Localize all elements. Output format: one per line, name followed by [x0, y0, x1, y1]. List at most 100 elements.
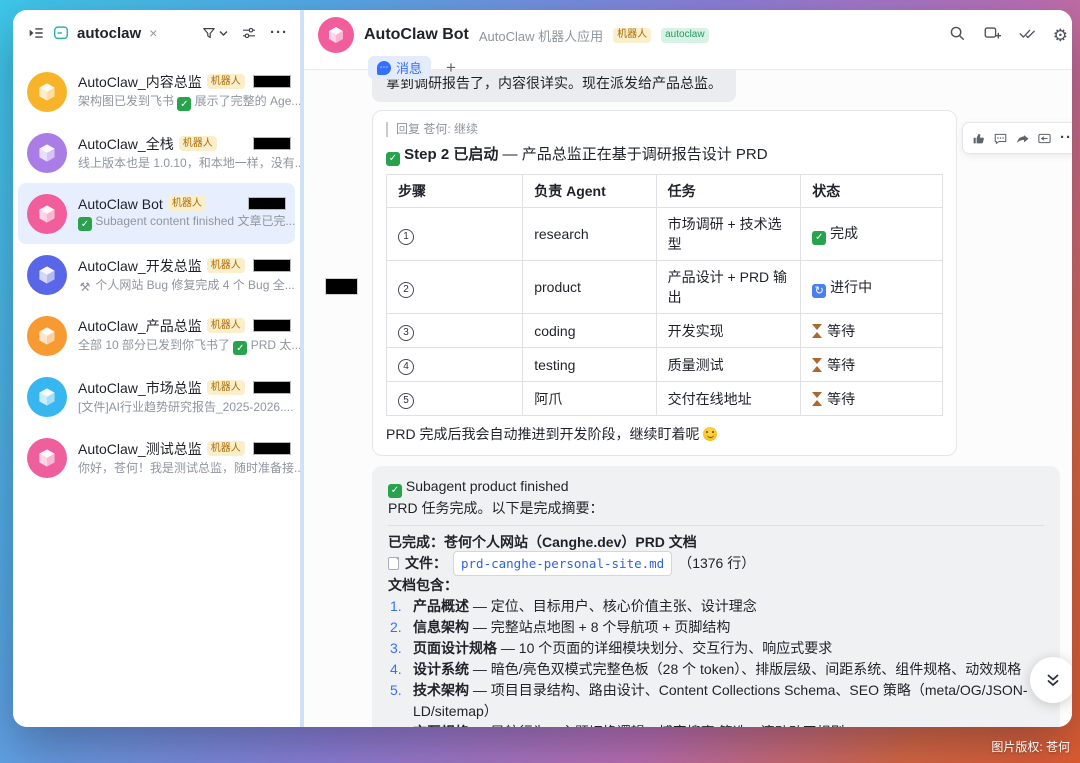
status-cell: 完成	[801, 208, 943, 261]
chat-list-item-dev-director[interactable]: AutoClaw_开发总监机器人 个人网站 Bug 修复完成 4 个 Bug 全…	[13, 244, 300, 305]
quote-reply-button[interactable]	[1033, 127, 1055, 149]
agent-cell: product	[523, 261, 656, 314]
chat-list-item-market-director[interactable]: AutoClaw_市场总监机器人 [文件]AI行业趋势研究报告_2025-202…	[13, 366, 300, 427]
list-item: 4.设计系统 — 暗色/亮色双模式完整色板（28 个 token）、排版层级、间…	[388, 659, 1044, 680]
message-list[interactable]: 拿到调研报告了，内容很详实。现在派发给产品总监。 回复 苍何: 继续 Step …	[304, 70, 1072, 727]
sidebar: autoclaw × ··· AutoClaw_内容总监机器人	[13, 10, 300, 727]
chat-list-item-product-director[interactable]: AutoClaw_产品总监机器人 全部 10 部分已发到你飞书了 PRD 太..…	[13, 305, 300, 366]
chat-title: AutoClaw Bot	[364, 26, 469, 44]
reply-quote[interactable]: 回复 苍何: 继续	[386, 122, 943, 137]
chat-list: AutoClaw_内容总监机器人 架构图已发到飞书 展示了完整的 Age... …	[13, 56, 300, 488]
task-cell: 产品设计 + PRD 输出	[656, 261, 801, 314]
chat-tabs: 消息 +	[368, 56, 1064, 79]
task-cell: 交付在线地址	[656, 382, 801, 416]
status-cell: 等待	[801, 382, 943, 416]
redacted-sender	[325, 278, 358, 295]
search-icon[interactable]	[948, 24, 966, 47]
summary-intro: PRD 任务完成。以下是完成摘要：	[388, 498, 1044, 519]
task-cell: 市场调研 + 技术选型	[656, 208, 801, 261]
chat-name: AutoClaw_测试总监	[78, 439, 202, 459]
gear-icon[interactable]: ⚙	[1053, 27, 1068, 44]
smile-emoji-icon	[703, 427, 717, 441]
table-row: 4 testing 质量测试 等待	[387, 348, 943, 382]
col-header-task: 任务	[656, 175, 801, 208]
open-in-window-icon[interactable]	[983, 24, 1001, 47]
bot-tag: 机器人	[207, 318, 245, 333]
check-icon	[78, 217, 92, 228]
cube-avatar	[27, 316, 67, 356]
chat-preview: 你好，苍何！我是测试总监，随时准备接...	[78, 461, 304, 475]
list-item: 6.交互规格 — 导航行为、主题切换逻辑、博客搜索/筛选、滚动动画规则	[388, 722, 1044, 728]
tab-messages[interactable]: 消息	[368, 56, 431, 79]
status-cell: 等待	[801, 314, 943, 348]
chat-preview: 个人网站 Bug 修复完成 4 个 Bug 全...	[78, 278, 295, 292]
chat-panel: AutoClaw Bot AutoClaw 机器人应用 机器人 autoclaw…	[304, 10, 1072, 727]
redacted-timestamp	[253, 259, 291, 272]
file-meta: （1376 行）	[678, 553, 755, 574]
step-number: 2	[398, 282, 414, 298]
task-cell: 开发实现	[656, 314, 801, 348]
filter-button[interactable]	[201, 25, 228, 41]
agent-cell: coding	[523, 314, 656, 348]
chat-header-actions: ⚙	[948, 24, 1068, 47]
chat-preview: [文件]AI行业趋势研究报告_2025-2026....	[78, 400, 293, 414]
clear-filter-button[interactable]: ×	[149, 25, 157, 41]
comment-button[interactable]	[989, 127, 1011, 149]
sidebar-header: autoclaw × ···	[13, 10, 300, 56]
step-number: 4	[398, 359, 414, 375]
chat-list-item-test-director[interactable]: AutoClaw_测试总监机器人 你好，苍何！我是测试总监，随时准备接...	[13, 427, 300, 488]
cube-avatar	[27, 194, 67, 234]
bot-tag: 机器人	[613, 28, 651, 43]
bot-tag: 机器人	[207, 74, 245, 89]
chat-header: AutoClaw Bot AutoClaw 机器人应用 机器人 autoclaw…	[304, 10, 1072, 70]
bot-tag: 机器人	[207, 258, 245, 273]
check-icon	[386, 152, 400, 166]
col-header-status: 状态	[801, 175, 943, 208]
document-icon	[388, 557, 399, 570]
collapse-panel-icon[interactable]	[27, 24, 45, 42]
summary-card-message: Subagent product finished PRD 任务完成。以下是完成…	[372, 466, 1060, 727]
list-item: 5.技术架构 — 项目目录结构、路由设计、Content Collections…	[388, 680, 1044, 722]
check-icon	[177, 97, 191, 108]
more-options-button[interactable]: ···	[270, 28, 288, 38]
wrench-icon	[78, 280, 92, 292]
chat-name: AutoClaw_市场总监	[78, 378, 202, 398]
chat-list-item-fullstack[interactable]: AutoClaw_全栈机器人 线上版本也是 1.0.10，和本地一样，没有...	[13, 122, 300, 183]
col-header-step: 步骤	[387, 175, 523, 208]
status-cell: 进行中	[801, 261, 943, 314]
divider	[388, 525, 1044, 526]
table-row: 3 coding 开发实现 等待	[387, 314, 943, 348]
status-card-message: 回复 苍何: 继续 Step 2 已启动 — 产品总监正在基于调研报告设计 PR…	[372, 110, 957, 456]
card-footer-text: PRD 完成后我会自动推进到开发阶段，继续盯着呢	[386, 424, 943, 444]
search-filter-title: autoclaw	[77, 25, 141, 42]
scroll-to-bottom-button[interactable]	[1030, 657, 1072, 703]
add-tab-button[interactable]: +	[446, 59, 456, 76]
thumbs-up-button[interactable]	[967, 127, 989, 149]
contains-label: 文档包含：	[388, 575, 1044, 596]
cube-avatar	[27, 377, 67, 417]
forward-button[interactable]	[1011, 127, 1033, 149]
app-window: autoclaw × ··· AutoClaw_内容总监机器人	[13, 10, 1072, 727]
chat-list-item-autoclaw-bot-selected[interactable]: AutoClaw Bot机器人 Subagent content finishe…	[18, 183, 295, 244]
step-table: 步骤 负责 Agent 任务 状态 1 research 市场调研 + 技术选型…	[386, 174, 943, 416]
chat-name: AutoClaw_产品总监	[78, 316, 202, 336]
chat-list-item-content-director[interactable]: AutoClaw_内容总监机器人 架构图已发到飞书 展示了完整的 Age...	[13, 61, 300, 122]
double-check-icon[interactable]	[1018, 24, 1036, 47]
col-header-agent: 负责 Agent	[523, 175, 656, 208]
table-row: 5 阿爪 交付在线地址 等待	[387, 382, 943, 416]
in-progress-icon	[812, 284, 826, 298]
display-settings-button[interactable]	[241, 25, 257, 41]
file-link[interactable]: prd-canghe-personal-site.md	[453, 551, 672, 576]
check-icon	[388, 484, 402, 498]
chat-preview: 线上版本也是 1.0.10，和本地一样，没有...	[78, 156, 305, 170]
redacted-timestamp	[253, 75, 291, 88]
hourglass-icon	[812, 324, 823, 338]
status-cell: 等待	[801, 348, 943, 382]
redacted-timestamp	[253, 442, 291, 455]
more-actions-button[interactable]: ··	[1055, 127, 1072, 149]
task-cell: 质量测试	[656, 348, 801, 382]
file-line: 文件： prd-canghe-personal-site.md （1376 行）	[388, 553, 1044, 575]
chat-preview: 架构图已发到飞书 展示了完整的 Age...	[78, 94, 301, 108]
chat-filter-icon	[52, 24, 70, 42]
message-hover-toolbar: ··	[962, 122, 1072, 154]
